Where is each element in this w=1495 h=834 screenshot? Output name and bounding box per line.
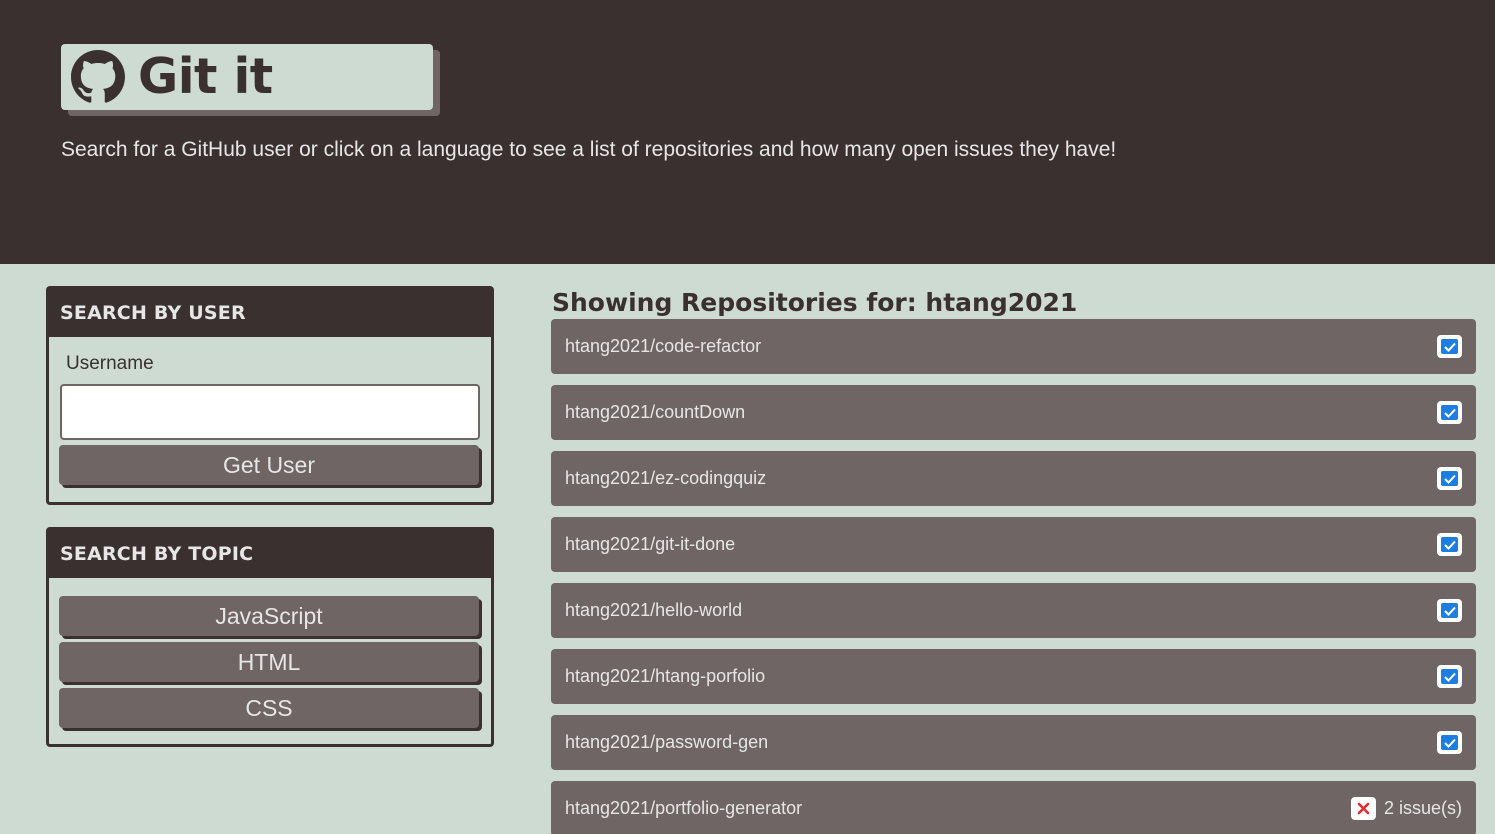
check-icon — [1437, 533, 1462, 556]
repo-name: htang2021/countDown — [565, 402, 746, 422]
repo-item[interactable]: htang2021/portfolio-generator 2 issue(s) — [551, 781, 1476, 834]
check-icon — [1437, 335, 1462, 358]
check-icon — [1437, 731, 1462, 754]
repo-item[interactable]: htang2021/ez-codingquiz — [551, 451, 1476, 506]
x-icon — [1350, 797, 1376, 820]
repo-search-term: Showing Repositories for: htang2021 — [552, 288, 1078, 317]
repo-item[interactable]: htang2021/code-refactor — [551, 319, 1476, 374]
repo-name: htang2021/portfolio-generator — [565, 798, 803, 818]
repo-status — [1437, 599, 1462, 622]
search-by-topic-card: SEARCH BY TOPIC JavaScript HTML CSS — [46, 527, 494, 747]
check-icon — [1437, 665, 1462, 688]
search-by-user-heading: SEARCH BY USER — [49, 289, 491, 337]
repo-status: 2 issue(s) — [1350, 797, 1462, 820]
check-icon — [1437, 467, 1462, 490]
repo-item[interactable]: htang2021/hello-world — [551, 583, 1476, 638]
app-description: Search for a GitHub user or click on a l… — [61, 138, 1117, 161]
check-icon — [1437, 401, 1462, 424]
repo-name: htang2021/ez-codingquiz — [565, 468, 767, 488]
check-icon — [1437, 599, 1462, 622]
repo-name: htang2021/git-it-done — [565, 534, 736, 554]
username-input[interactable] — [60, 384, 480, 440]
repo-item[interactable]: htang2021/git-it-done — [551, 517, 1476, 572]
repo-status — [1437, 731, 1462, 754]
search-by-user-card: SEARCH BY USER Username Get User — [46, 286, 494, 505]
username-label: Username — [66, 353, 154, 374]
get-user-button[interactable]: Get User — [59, 445, 479, 485]
repo-status — [1437, 665, 1462, 688]
github-icon — [71, 50, 125, 103]
topic-javascript-button[interactable]: JavaScript — [59, 596, 479, 636]
search-by-topic-heading: SEARCH BY TOPIC — [49, 530, 491, 578]
topic-css-button[interactable]: CSS — [59, 688, 479, 728]
repo-status — [1437, 335, 1462, 358]
header: Git it Done! Search for a GitHub user or… — [0, 0, 1495, 264]
repo-name: htang2021/code-refactor — [565, 336, 762, 356]
repo-status — [1437, 401, 1462, 424]
repo-status — [1437, 533, 1462, 556]
repo-name: htang2021/password-gen — [565, 732, 769, 752]
topic-html-button[interactable]: HTML — [59, 642, 479, 682]
issue-count: 2 issue(s) — [1383, 798, 1462, 818]
repo-item[interactable]: htang2021/htang-porfolio — [551, 649, 1476, 704]
repo-status — [1437, 467, 1462, 490]
repo-item[interactable]: htang2021/countDown — [551, 385, 1476, 440]
logo: Git it Done! — [61, 44, 433, 165]
repo-item[interactable]: htang2021/password-gen — [551, 715, 1476, 770]
repo-name: htang2021/htang-porfolio — [565, 666, 766, 686]
repo-name: htang2021/hello-world — [565, 600, 743, 620]
